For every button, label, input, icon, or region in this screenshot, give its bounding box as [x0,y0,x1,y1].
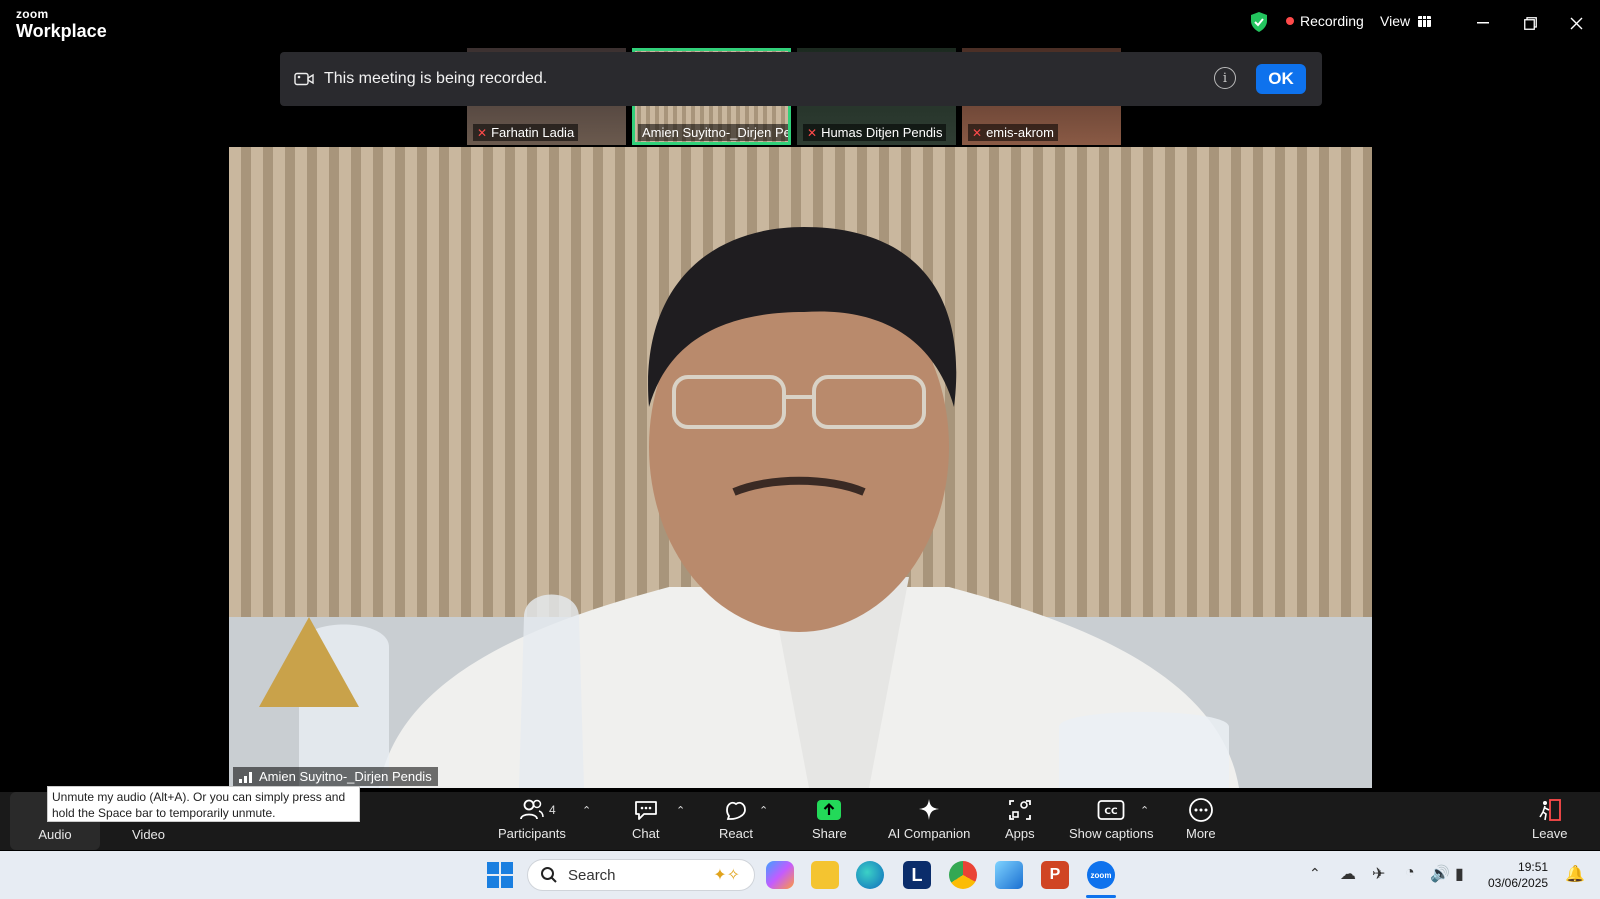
thumbnail-name-tag: ✕ emis-akrom [968,124,1058,141]
close-button[interactable] [1563,10,1589,36]
speaker-name: Amien Suyitno-_Dirjen Pendis [259,769,432,784]
participants-icon [520,799,544,820]
thumbnail-name: Amien Suyitno-_Dirjen Pe... [642,125,788,140]
powerpoint-app-icon[interactable]: P [1041,861,1069,889]
windows-taskbar: Search ✦✧ L P zoom ⌃ ☁ ✈ ◔ 🔊 ▮ 19:51 03/… [0,851,1600,899]
active-app-indicator [1086,895,1116,898]
audio-label: Audio [38,827,72,842]
more-options-icon [1188,798,1213,822]
wifi-icon[interactable]: ◔ [1405,864,1415,882]
ai-companion-label: AI Companion [888,826,971,841]
thumbnail-name: Farhatin Ladia [491,125,575,140]
recording-notice-text: This meeting is being recorded. [324,70,548,87]
more-button[interactable]: More [1186,798,1216,841]
restore-button[interactable] [1517,10,1543,36]
video-camera-icon [294,72,314,86]
minimize-button[interactable] [1470,10,1496,36]
chat-label: Chat [632,826,660,841]
video-label: Video [132,827,166,842]
unmute-tooltip: Unmute my audio (Alt+A). Or you can simp… [47,786,360,822]
react-options-caret-icon[interactable]: ⌃ [759,804,768,817]
thumbnail-name: emis-akrom [986,125,1054,140]
react-label: React [719,826,753,841]
security-shield-icon[interactable] [1249,11,1269,33]
l-app-icon[interactable]: L [903,861,931,889]
thumbnail-name: Humas Ditjen Pendis [821,125,943,140]
chat-icon [634,801,657,820]
closed-captions-icon: CC [1097,800,1125,820]
volume-icon[interactable]: 🔊 [1430,864,1450,884]
search-icon [541,867,557,883]
apps-icon [1008,800,1031,820]
gallery-view-icon [1418,15,1432,27]
ai-companion-button[interactable]: AI Companion [888,798,970,841]
show-hidden-icons-chevron-icon[interactable]: ⌃ [1309,865,1321,882]
title-bar: zoom Workplace Recording View [0,0,1600,46]
view-label: View [1380,13,1411,29]
chrome-browser-icon[interactable] [949,861,977,889]
participants-label: Participants [498,826,566,841]
participants-count-badge: 4 [549,803,556,817]
recording-notice-banner: This meeting is being recorded. i OK [280,52,1322,106]
minimize-icon [1477,22,1489,24]
restore-icon [1523,16,1537,30]
info-icon[interactable]: i [1214,67,1236,89]
more-label: More [1186,826,1216,841]
close-icon [1570,17,1582,29]
mic-muted-icon: ✕ [972,125,983,140]
signal-strength-icon [239,771,252,783]
taskbar-clock[interactable]: 19:51 03/06/2025 [1488,859,1548,891]
clock-time: 19:51 [1518,860,1549,874]
chat-options-caret-icon[interactable]: ⌃ [676,804,685,817]
zoom-app-icon[interactable]: zoom [1087,861,1115,889]
leave-door-icon [1539,799,1561,821]
show-captions-label: Show captions [1069,826,1154,841]
clock-date: 03/06/2025 [1488,876,1549,890]
ai-sparkle-icon [919,799,940,820]
speaker-name-tag: Amien Suyitno-_Dirjen Pendis [233,767,438,786]
captions-options-caret-icon[interactable]: ⌃ [1140,804,1149,817]
edge-browser-icon[interactable] [856,861,884,889]
photos-app-icon[interactable] [995,861,1023,889]
thumbnail-name-tag: ✕ Farhatin Ladia [473,124,579,141]
brand-workplace: Workplace [16,21,107,41]
file-explorer-icon[interactable] [811,861,839,889]
ok-button[interactable]: OK [1256,64,1306,94]
participants-options-caret-icon[interactable]: ⌃ [582,804,591,817]
react-heart-icon [726,801,746,820]
react-button[interactable]: React [719,798,753,841]
notification-bell-icon[interactable]: 🔔 [1565,864,1585,884]
search-highlight-icon: ✦✧ [713,867,740,884]
search-placeholder: Search [568,866,616,884]
app-logo: zoom Workplace [16,8,107,40]
thumbnail-name-tag: Amien Suyitno-_Dirjen Pe... [638,124,788,141]
recording-indicator[interactable]: Recording [1286,13,1364,29]
leave-button[interactable]: Leave [1532,798,1567,841]
share-label: Share [812,826,847,841]
taskbar-search-box[interactable]: Search ✦✧ [527,859,755,891]
brand-zoom: zoom [16,7,49,21]
apps-button[interactable]: Apps [1005,798,1035,841]
windows-start-icon[interactable] [487,862,513,888]
copilot-app-icon[interactable] [766,861,794,889]
view-button[interactable]: View [1380,13,1432,29]
chat-button[interactable]: Chat [632,798,659,841]
recording-dot-icon [1286,17,1294,25]
main-video[interactable]: Amien Suyitno-_Dirjen Pendis [229,147,1372,788]
speaker-video-image [229,227,1372,788]
share-button[interactable]: Share [812,798,847,841]
leave-label: Leave [1532,826,1568,841]
battery-icon[interactable]: ▮ [1455,864,1464,884]
share-screen-icon [817,800,842,820]
apps-label: Apps [1005,826,1035,841]
language-icon[interactable]: ✈ [1372,864,1385,884]
mic-muted-icon: ✕ [807,125,818,140]
onedrive-icon[interactable]: ☁ [1340,864,1356,884]
mic-muted-icon: ✕ [477,125,488,140]
recording-label: Recording [1300,13,1364,29]
svg-text:CC: CC [1105,807,1119,817]
thumbnail-name-tag: ✕ Humas Ditjen Pendis [803,124,947,141]
